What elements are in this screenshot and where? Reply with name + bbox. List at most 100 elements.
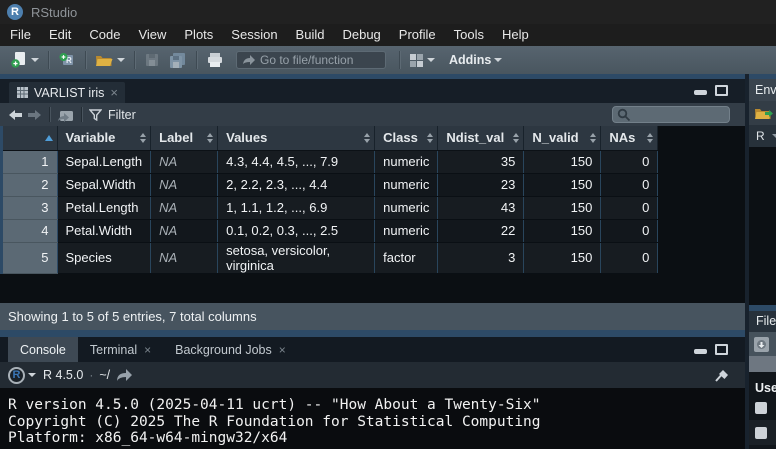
file-checkbox[interactable] bbox=[755, 427, 767, 439]
rstudio-logo-icon: R bbox=[7, 4, 23, 20]
open-file-button[interactable] bbox=[93, 49, 127, 71]
header-class[interactable]: Class bbox=[375, 126, 438, 150]
rstudio-window: R RStudio File Edit Code View Plots Sess… bbox=[0, 0, 776, 449]
addins-caret-icon bbox=[494, 58, 502, 62]
header-label[interactable]: Label bbox=[151, 126, 218, 150]
sort-icon[interactable] bbox=[427, 133, 433, 143]
variable-table: Variable Label Values Class Ndist_val N_… bbox=[0, 126, 658, 274]
file-row bbox=[749, 395, 776, 420]
main-toolbar: R bbox=[0, 46, 776, 74]
menu-build[interactable]: Build bbox=[287, 24, 334, 46]
console-toolbar: R R 4.5.0 · ~/ bbox=[0, 362, 745, 388]
tab-terminal[interactable]: Terminal × bbox=[78, 337, 163, 362]
working-directory-label: ~/ bbox=[99, 368, 110, 382]
clear-console-button[interactable] bbox=[713, 366, 731, 388]
r-selector-caret-icon bbox=[772, 134, 776, 138]
minimize-icon[interactable] bbox=[694, 90, 707, 95]
tab-label: VARLIST iris bbox=[34, 86, 104, 100]
tab-background-jobs[interactable]: Background Jobs × bbox=[163, 337, 298, 362]
maximize-icon[interactable] bbox=[715, 344, 728, 355]
console-line: Platform: x86_64-w64-mingw32/x64 bbox=[8, 430, 745, 447]
files-breadcrumb-bar bbox=[749, 356, 776, 372]
save-button[interactable] bbox=[142, 49, 162, 71]
sort-icon[interactable] bbox=[364, 133, 370, 143]
header-ndist-val[interactable]: Ndist_val bbox=[438, 126, 524, 150]
environment-r-selector[interactable]: R bbox=[749, 125, 776, 147]
header-values[interactable]: Values bbox=[218, 126, 375, 150]
title-bar: R RStudio bbox=[0, 0, 776, 24]
sort-icon[interactable] bbox=[207, 133, 213, 143]
filter-button[interactable]: Filter bbox=[108, 108, 136, 122]
import-dataset-icon[interactable] bbox=[754, 106, 773, 121]
environment-pane: Envi R bbox=[749, 79, 776, 305]
search-icon bbox=[617, 108, 631, 122]
menu-bar: File Edit Code View Plots Session Build … bbox=[0, 24, 776, 46]
header-nas[interactable]: NAs bbox=[601, 126, 658, 150]
forward-arrow-icon[interactable] bbox=[27, 109, 42, 121]
close-icon[interactable]: × bbox=[110, 87, 118, 99]
new-file-caret-icon[interactable] bbox=[31, 58, 39, 62]
menu-code[interactable]: Code bbox=[80, 24, 129, 46]
table-row: 3 Petal.Length NA 1, 1.1, 1.2, ..., 6.9 … bbox=[3, 196, 658, 219]
menu-debug[interactable]: Debug bbox=[333, 24, 389, 46]
tab-environment[interactable]: Envi bbox=[749, 79, 776, 101]
pane-layout-button[interactable] bbox=[407, 49, 437, 71]
minimize-icon[interactable] bbox=[694, 349, 707, 354]
open-file-caret-icon[interactable] bbox=[117, 58, 125, 62]
menu-edit[interactable]: Edit bbox=[40, 24, 80, 46]
header-n-valid[interactable]: N_valid bbox=[524, 126, 601, 150]
table-header-row: Variable Label Values Class Ndist_val N_… bbox=[3, 126, 658, 150]
back-arrow-icon[interactable] bbox=[8, 109, 23, 121]
pane-layout-caret-icon[interactable] bbox=[427, 58, 435, 62]
app-title: RStudio bbox=[31, 5, 77, 20]
sort-icon[interactable] bbox=[647, 133, 653, 143]
new-file-icon bbox=[10, 51, 28, 69]
toolbar-separator bbox=[399, 51, 400, 69]
save-icon bbox=[144, 52, 160, 68]
open-new-window-icon[interactable] bbox=[57, 108, 74, 122]
goto-working-dir-icon[interactable] bbox=[116, 369, 133, 382]
files-path-label: User bbox=[749, 372, 776, 395]
menu-help[interactable]: Help bbox=[493, 24, 538, 46]
viewer-window-buttons bbox=[694, 85, 728, 96]
right-panel-column: Envi R Files bbox=[749, 79, 776, 449]
table-row: 4 Petal.Width NA 0.1, 0.2, 0.3, ..., 2.5… bbox=[3, 219, 658, 242]
sort-icon[interactable] bbox=[140, 133, 146, 143]
menu-file[interactable]: File bbox=[1, 24, 40, 46]
r-version-caret-icon[interactable] bbox=[28, 373, 36, 377]
header-variable[interactable]: Variable bbox=[57, 126, 151, 150]
file-checkbox[interactable] bbox=[755, 402, 767, 414]
new-file-button[interactable] bbox=[8, 49, 41, 71]
toolbar-separator bbox=[49, 107, 50, 122]
save-all-icon bbox=[168, 52, 187, 69]
tab-console[interactable]: Console bbox=[8, 337, 78, 362]
toolbar-separator bbox=[196, 51, 197, 69]
console-output[interactable]: R version 4.5.0 (2025-04-11 ucrt) -- "Ho… bbox=[0, 388, 745, 449]
close-icon[interactable]: × bbox=[279, 344, 286, 356]
viewer-tab-bar: VARLIST iris × bbox=[0, 79, 745, 103]
new-project-button[interactable]: R bbox=[56, 49, 78, 71]
data-grid-icon bbox=[16, 86, 29, 99]
print-button[interactable] bbox=[204, 49, 226, 71]
viewer-search-input[interactable] bbox=[612, 106, 730, 123]
tab-varlist-iris[interactable]: VARLIST iris × bbox=[9, 82, 125, 103]
header-rownum[interactable] bbox=[3, 126, 57, 150]
addins-button[interactable]: Addins bbox=[441, 49, 504, 71]
sort-icon[interactable] bbox=[590, 133, 596, 143]
save-all-button[interactable] bbox=[166, 49, 189, 71]
menu-session[interactable]: Session bbox=[222, 24, 286, 46]
broom-icon bbox=[713, 366, 731, 383]
maximize-icon[interactable] bbox=[715, 85, 728, 96]
table-row: 2 Sepal.Width NA 2, 2.2, 2.3, ..., 4.4 n… bbox=[3, 173, 658, 196]
close-icon[interactable]: × bbox=[144, 344, 151, 356]
table-status-text: Showing 1 to 5 of 5 entries, 7 total col… bbox=[0, 303, 745, 330]
menu-tools[interactable]: Tools bbox=[445, 24, 493, 46]
sort-icon[interactable] bbox=[513, 133, 519, 143]
goto-arrow-icon bbox=[242, 55, 255, 66]
new-folder-icon[interactable] bbox=[753, 336, 770, 353]
menu-view[interactable]: View bbox=[129, 24, 175, 46]
tab-files[interactable]: Files bbox=[749, 311, 776, 332]
goto-file-function-input[interactable]: Go to file/function bbox=[236, 51, 386, 69]
menu-profile[interactable]: Profile bbox=[390, 24, 445, 46]
menu-plots[interactable]: Plots bbox=[175, 24, 222, 46]
